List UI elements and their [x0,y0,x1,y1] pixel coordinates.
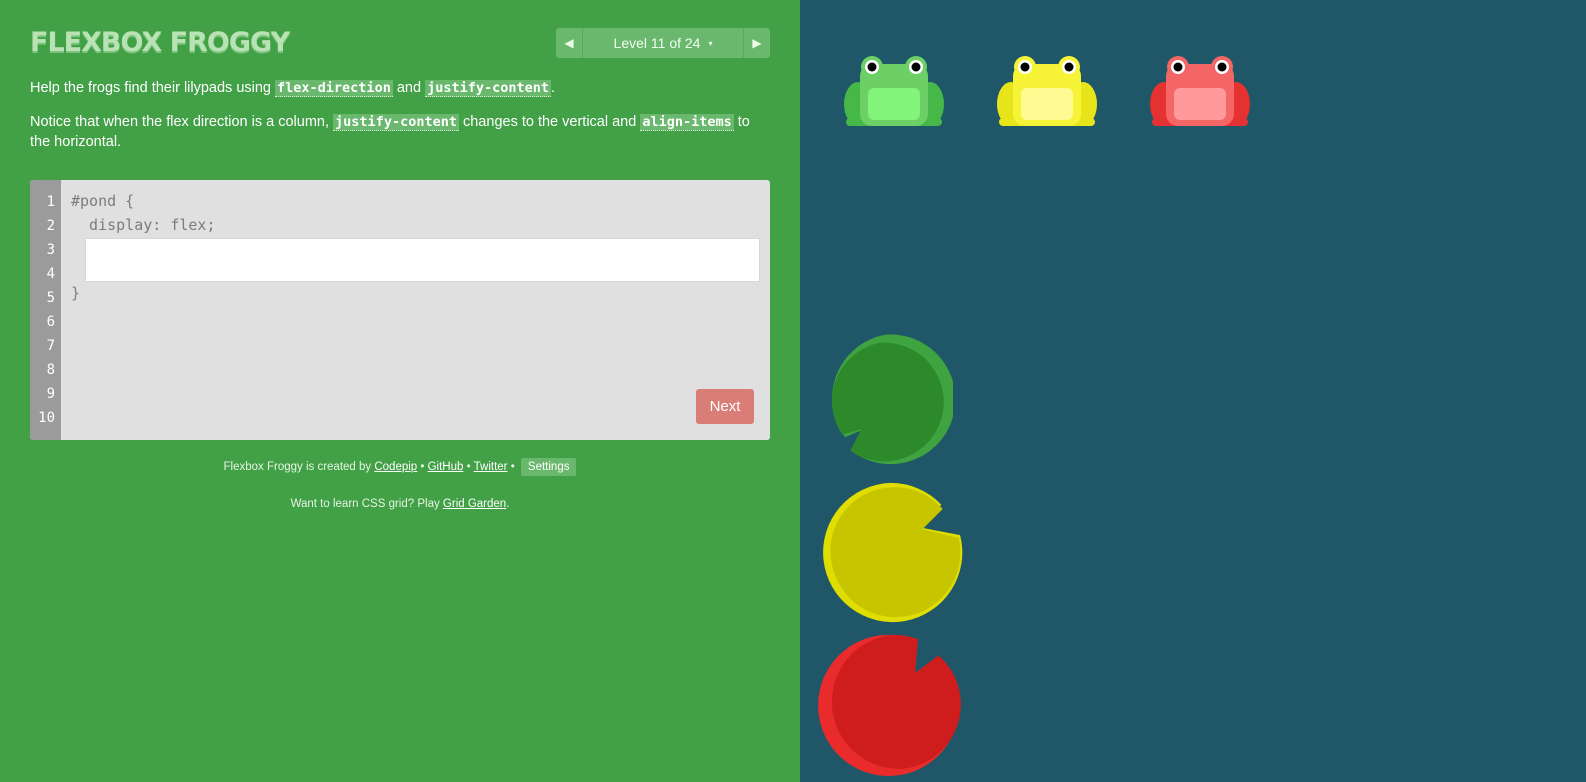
instruction-text: Help the frogs find their lilypads using [30,80,276,96]
instruction-text: changes to the vertical and [458,114,641,130]
separator: • [463,461,474,473]
code-editor: 1 2 3 4 5 6 7 8 9 10 #pond { display: fl… [30,180,770,440]
next-button[interactable]: Next [696,389,754,424]
code-hint-align-items[interactable]: align-items [640,114,734,131]
github-link[interactable]: GitHub [428,461,464,473]
triangle-left-icon: ◀ [564,36,574,50]
instruction-text: . [551,80,556,96]
code-hint-justify-content[interactable]: justify-content [333,114,459,131]
grid-garden-promo: Want to learn CSS grid? Play Grid Garden… [30,498,770,510]
code-line-5: } [71,284,81,302]
credits: Flexbox Froggy is created by Codepip • G… [30,458,770,476]
codepip-link[interactable]: Codepip [374,461,417,473]
game-title: FLEXBOX FROGGY [30,27,290,58]
code-hint-justify-content[interactable]: justify-content [425,80,551,97]
level-selector[interactable]: Level 11 of 24 ▾ [583,28,743,58]
line-number: 1 [46,194,55,210]
css-code-input[interactable] [85,238,760,282]
triangle-right-icon: ▶ [752,36,762,50]
credits-text: Flexbox Froggy is created by [223,461,375,473]
settings-button[interactable]: Settings [520,458,577,476]
line-number-gutter: 1 2 3 4 5 6 7 8 9 10 [30,180,61,440]
code-hint-flex-direction[interactable]: flex-direction [275,80,393,97]
level-label: Level 11 of 24 [613,35,701,51]
line-number: 9 [46,386,55,402]
promo-text: . [506,498,510,510]
instructions: Help the frogs find their lilypads using… [30,78,765,166]
line-number: 4 [46,266,55,282]
separator: • [417,461,428,473]
code-line-1: #pond { [71,192,135,210]
yellow-lilypad [823,482,963,623]
caret-down-icon: ▾ [708,38,713,48]
twitter-link[interactable]: Twitter [474,461,508,473]
red-lilypad [818,634,961,777]
instruction-text: Notice that when the flex direction is a… [30,114,334,130]
instruction-paragraph-1: Help the frogs find their lilypads using… [30,78,765,98]
line-number: 2 [46,218,55,234]
green-frog [844,56,944,126]
line-number: 5 [46,290,55,306]
line-number: 8 [46,362,55,378]
grid-garden-link[interactable]: Grid Garden [443,498,506,510]
promo-text: Want to learn CSS grid? Play [290,498,443,510]
green-lilypad [831,334,953,465]
code-line-2: display: flex; [71,216,216,234]
sidebar: FLEXBOX FROGGY ◀ Level 11 of 24 ▾ ▶ Help… [0,0,800,782]
instruction-text: and [392,80,426,96]
line-number: 3 [46,242,55,258]
line-number: 10 [38,410,55,426]
red-frog [1150,56,1250,126]
next-level-button[interactable]: ▶ [743,28,770,58]
previous-level-button[interactable]: ◀ [556,28,583,58]
yellow-frog [997,56,1097,126]
separator: • [507,461,518,473]
line-number: 7 [46,338,55,354]
level-navigation: ◀ Level 11 of 24 ▾ ▶ [556,28,770,58]
line-number: 6 [46,314,55,330]
pond [800,0,1586,782]
instruction-paragraph-2: Notice that when the flex direction is a… [30,112,765,152]
